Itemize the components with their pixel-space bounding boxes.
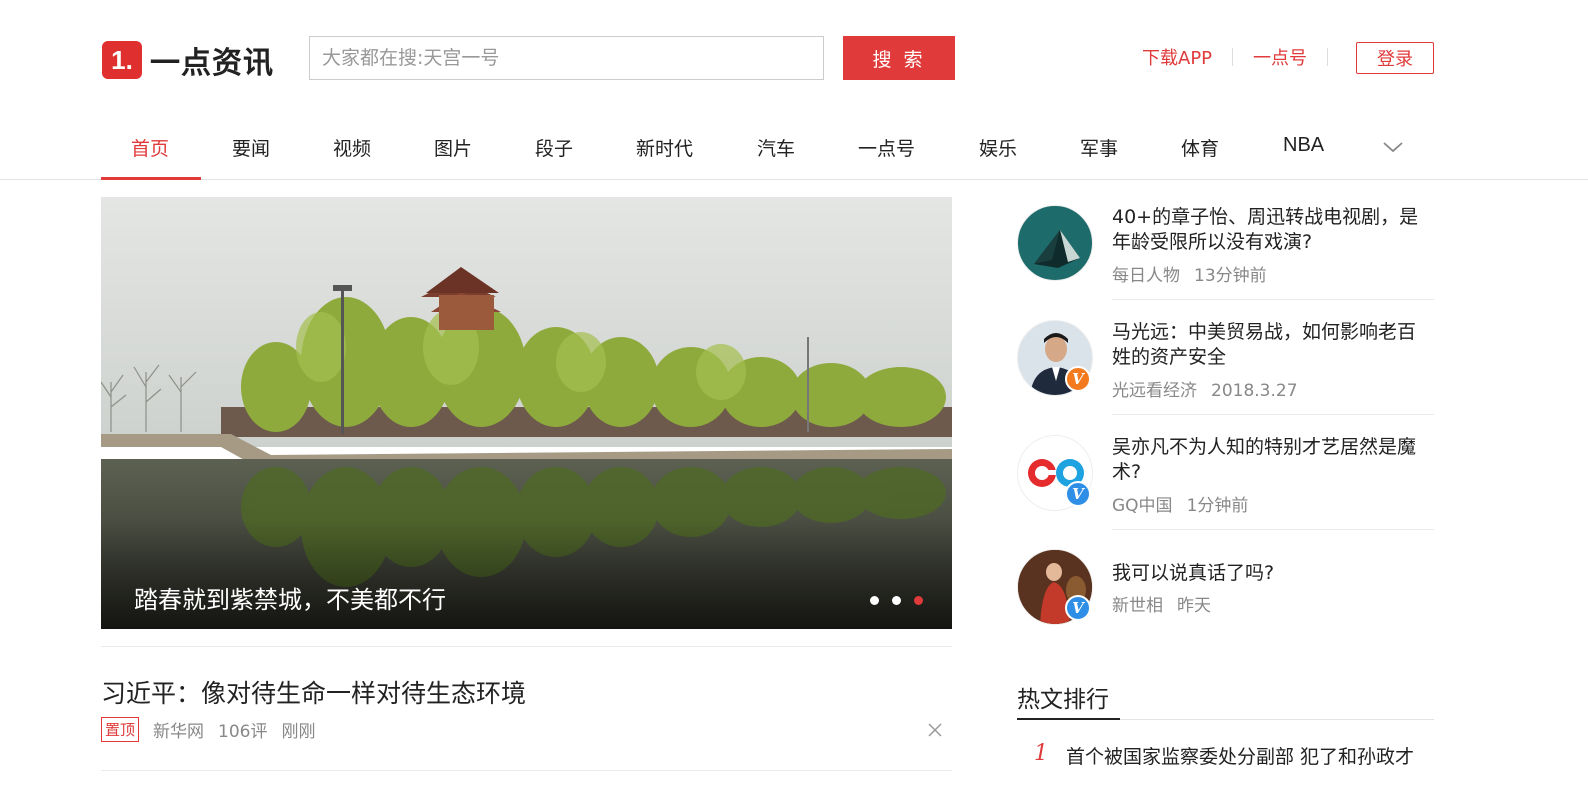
featured-carousel[interactable]: 踏春就到紫禁城，不美都不行 xyxy=(101,197,952,629)
download-app-link[interactable]: 下载APP xyxy=(1142,44,1212,70)
nav-item-nba[interactable]: NBA xyxy=(1283,134,1324,180)
nav-item-home[interactable]: 首页 xyxy=(131,134,169,180)
nav-item-entertainment[interactable]: 娱乐 xyxy=(979,134,1017,180)
feed-source[interactable]: 光远看经济 xyxy=(1112,381,1197,401)
feed-title[interactable]: 马光远：中美贸易战，如何影响老百姓的资产安全 xyxy=(1112,320,1434,370)
verified-badge-icon: V xyxy=(1065,366,1091,392)
feed-item[interactable]: 40+的章子怡、周迅转战电视剧，是年龄受限所以没有戏演? 每日人物 13分钟前 xyxy=(1017,205,1434,295)
carousel-dot[interactable] xyxy=(892,596,901,605)
feed-source[interactable]: GQ中国 xyxy=(1112,496,1173,516)
nav-item-pictures[interactable]: 图片 xyxy=(434,134,472,180)
link-divider xyxy=(1327,48,1329,66)
yidianhao-link[interactable]: 一点号 xyxy=(1253,44,1307,70)
nav-item-jokes[interactable]: 段子 xyxy=(535,134,573,180)
hot-rank: 1 xyxy=(1034,741,1048,766)
feed-time: 13分钟前 xyxy=(1194,266,1267,286)
divider xyxy=(101,646,952,647)
carousel-dot-active[interactable] xyxy=(914,596,923,605)
feed-meta: 光远看经济 2018.3.27 xyxy=(1112,376,1298,401)
feed-item[interactable]: V 我可以说真话了吗? 新世相 昨天 xyxy=(1017,549,1434,629)
hot-article-link[interactable]: 首个被国家监察委处分副部 犯了和孙政才 xyxy=(1066,742,1414,769)
feed-time: 昨天 xyxy=(1177,596,1211,616)
feed-meta: GQ中国 1分钟前 xyxy=(1112,491,1248,516)
headline-comments[interactable]: 106评 xyxy=(218,717,267,742)
headline-source[interactable]: 新华网 xyxy=(153,717,204,742)
headline-time: 刚刚 xyxy=(281,722,316,742)
feed-title[interactable]: 吴亦凡不为人知的特别才艺居然是魔术? xyxy=(1112,435,1434,485)
nav-item-sports[interactable]: 体育 xyxy=(1181,134,1219,180)
nav-item-new-era[interactable]: 新时代 xyxy=(636,134,693,180)
nav-item-news[interactable]: 要闻 xyxy=(232,134,270,180)
feed-time: 1分钟前 xyxy=(1186,496,1249,516)
link-divider xyxy=(1232,48,1234,66)
channel-nav: 首页 要闻 视频 图片 段子 新时代 汽车 一点号 娱乐 军事 体育 NBA xyxy=(0,120,1588,180)
feed-item[interactable]: V 吴亦凡不为人知的特别才艺居然是魔术? GQ中国 1分钟前 xyxy=(1017,435,1434,516)
chevron-down-icon[interactable] xyxy=(1383,140,1403,154)
active-tab-indicator xyxy=(101,177,201,180)
feed-time: 2018.3.27 xyxy=(1211,381,1298,401)
divider xyxy=(101,770,952,771)
search-box xyxy=(309,36,824,80)
logo-mark: 1. xyxy=(102,41,142,79)
nav-item-auto[interactable]: 汽车 xyxy=(757,134,795,180)
avatar[interactable] xyxy=(1017,205,1093,281)
carousel-caption[interactable]: 踏春就到紫禁城，不美都不行 xyxy=(134,580,446,615)
top-links: 下载APP 一点号 xyxy=(1142,44,1348,70)
headline-meta: 置顶 新华网 106评 刚刚 xyxy=(101,717,329,742)
verified-badge-icon: V xyxy=(1065,595,1091,621)
feed-meta: 每日人物 13分钟前 xyxy=(1112,261,1267,286)
verified-badge-icon: V xyxy=(1065,481,1091,507)
logo-text: 一点资讯 xyxy=(150,46,274,81)
divider xyxy=(1112,414,1434,415)
feed-title[interactable]: 我可以说真话了吗? xyxy=(1112,561,1434,586)
hot-articles-title: 热文排行 xyxy=(1017,687,1109,713)
headline-title[interactable]: 习近平：像对待生命一样对待生态环境 xyxy=(101,674,526,710)
mountain-logo-icon xyxy=(1034,230,1080,268)
search-button[interactable]: 搜 索 xyxy=(843,36,955,80)
divider xyxy=(1112,529,1434,530)
divider xyxy=(1112,299,1434,300)
search-input[interactable] xyxy=(310,37,823,79)
feed-item[interactable]: V 马光远：中美贸易战，如何影响老百姓的资产安全 光远看经济 2018.3.27 xyxy=(1017,320,1434,401)
nav-item-yidianhao[interactable]: 一点号 xyxy=(858,134,915,180)
nav-item-video[interactable]: 视频 xyxy=(333,134,371,180)
pinned-badge: 置顶 xyxy=(101,717,140,742)
feed-title[interactable]: 40+的章子怡、周迅转战电视剧，是年龄受限所以没有戏演? xyxy=(1112,205,1434,255)
feed-source[interactable]: 每日人物 xyxy=(1112,266,1180,286)
feed-source[interactable]: 新世相 xyxy=(1112,596,1163,616)
nav-item-military[interactable]: 军事 xyxy=(1080,134,1118,180)
login-button[interactable]: 登录 xyxy=(1356,42,1434,74)
close-icon[interactable] xyxy=(926,721,944,739)
feed-meta: 新世相 昨天 xyxy=(1112,591,1211,616)
carousel-dots xyxy=(870,596,936,605)
section-underline xyxy=(1017,718,1120,720)
site-logo[interactable]: 1. 一点资讯 xyxy=(102,38,274,82)
carousel-dot[interactable] xyxy=(870,596,879,605)
